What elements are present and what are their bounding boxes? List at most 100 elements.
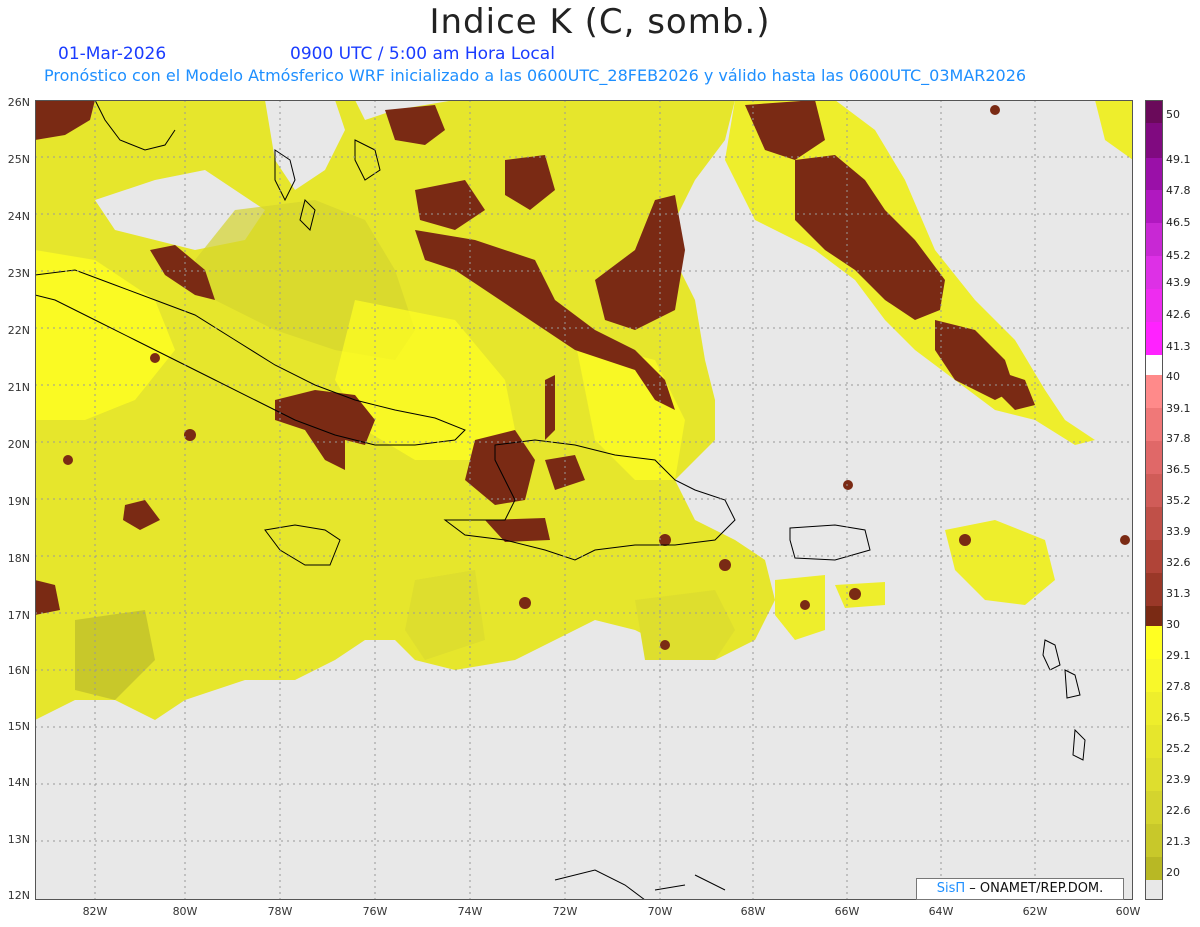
- colorbar-label-39-1: 39.1: [1166, 402, 1191, 415]
- colorbar-band-32: [1145, 540, 1163, 573]
- colorbar-band-40: [1145, 355, 1163, 375]
- k-high-spot-4: [519, 597, 531, 609]
- map-title: Indice K (C, somb.): [429, 2, 771, 42]
- colorbar-band-21: [1145, 824, 1163, 857]
- lat-label-13n: 13N: [7, 833, 30, 846]
- lon-label-62w: 62W: [1022, 905, 1048, 918]
- k-high-spot-7: [800, 600, 810, 610]
- colorbar-label-46-5: 46.5: [1166, 216, 1191, 229]
- k-high-spot-8: [849, 588, 861, 600]
- colorbar-label-33-9: 33.9: [1166, 525, 1191, 538]
- colorbar-label-30: 30: [1166, 618, 1180, 631]
- colorbar-label-25-2: 25.2: [1166, 742, 1191, 755]
- colorbar-band-29: [1145, 626, 1163, 659]
- colorbar-label-43-9: 43.9: [1166, 276, 1191, 289]
- colorbar-label-40: 40: [1166, 370, 1180, 383]
- colorbar-band-45: [1145, 223, 1163, 256]
- lon-label-72w: 72W: [552, 905, 578, 918]
- lat-label-19n: 19N: [7, 495, 30, 508]
- sispi-logo: SisΠ: [936, 881, 966, 896]
- colorbar-band-33: [1145, 507, 1163, 540]
- colorbar-label-21-3: 21.3: [1166, 835, 1191, 848]
- colorbar-band-39: [1145, 375, 1163, 408]
- colorbar-label-49-1: 49.1: [1166, 153, 1191, 166]
- colorbar-band-25: [1145, 725, 1163, 758]
- colorbar-label-31-3: 31.3: [1166, 587, 1191, 600]
- k-high-spot-6: [719, 559, 731, 571]
- lat-label-21n: 21N: [7, 381, 30, 394]
- k-high-spot-3: [63, 455, 73, 465]
- forecast-time: 0900 UTC / 5:00 am Hora Local: [290, 44, 555, 64]
- credit-box: SisΠ – ONAMET/REP.DOM.: [916, 878, 1124, 900]
- colorbar-band-27: [1145, 659, 1163, 692]
- lon-label-76w: 76W: [362, 905, 388, 918]
- forecast-date: 01-Mar-2026: [58, 44, 167, 64]
- lat-label-26n: 26N: [7, 96, 30, 109]
- lat-label-17n: 17N: [7, 609, 30, 622]
- colorbar: [1145, 100, 1163, 900]
- colorbar-label-20: 20: [1166, 866, 1180, 879]
- colorbar-label-26-5: 26.5: [1166, 711, 1191, 724]
- colorbar-label-23-9: 23.9: [1166, 773, 1191, 786]
- colorbar-label-27-8: 27.8: [1166, 680, 1191, 693]
- lat-label-24n: 24N: [7, 210, 30, 223]
- lon-label-82w: 82W: [82, 905, 108, 918]
- colorbar-label-29-1: 29.1: [1166, 649, 1191, 662]
- lon-label-64w: 64W: [928, 905, 954, 918]
- lon-label-70w: 70W: [647, 905, 673, 918]
- lat-label-23n: 23N: [7, 267, 30, 280]
- k-high-spot-10: [660, 640, 670, 650]
- k-high-spot-1: [184, 429, 196, 441]
- lon-label-68w: 68W: [740, 905, 766, 918]
- lat-label-12n: 12N: [7, 889, 30, 902]
- k-high-spot-9: [959, 534, 971, 546]
- colorbar-band-30: [1145, 606, 1163, 626]
- colorbar-band-22: [1145, 791, 1163, 824]
- lat-label-14n: 14N: [7, 776, 30, 789]
- k-high-spot-13: [1120, 535, 1130, 545]
- lon-label-80w: 80W: [172, 905, 198, 918]
- colorbar-band-36: [1145, 441, 1163, 474]
- colorbar-band-23: [1145, 758, 1163, 791]
- lon-label-78w: 78W: [267, 905, 293, 918]
- colorbar-label-47-8: 47.8: [1166, 184, 1191, 197]
- lon-label-60w: 60W: [1115, 905, 1141, 918]
- colorbar-label-41-3: 41.3: [1166, 340, 1191, 353]
- colorbar-band-47: [1145, 158, 1163, 190]
- k-high-spot-11: [990, 105, 1000, 115]
- colorbar-label-50: 50: [1166, 108, 1180, 121]
- credit-text: – ONAMET/REP.DOM.: [969, 881, 1104, 896]
- colorbar-band-41: [1145, 322, 1163, 355]
- colorbar-label-22-6: 22.6: [1166, 804, 1191, 817]
- k-field-south-1: [635, 590, 735, 660]
- colorbar-label-32-6: 32.6: [1166, 556, 1191, 569]
- colorbar-band-43: [1145, 256, 1163, 289]
- colorbar-label-36-5: 36.5: [1166, 463, 1191, 476]
- k-index-map: [35, 100, 1133, 900]
- lat-label-22n: 22N: [7, 324, 30, 337]
- colorbar-band-37: [1145, 408, 1163, 441]
- lat-label-16n: 16N: [7, 664, 30, 677]
- forecast-subtitle: Pronóstico con el Modelo Atmósferico WRF…: [44, 66, 1027, 85]
- lon-label-74w: 74W: [457, 905, 483, 918]
- lat-label-20n: 20N: [7, 438, 30, 451]
- colorbar-band-26: [1145, 692, 1163, 725]
- colorbar-band-35: [1145, 474, 1163, 507]
- lon-label-66w: 66W: [834, 905, 860, 918]
- k-high-spot-2: [150, 353, 160, 363]
- colorbar-band-50: [1145, 100, 1163, 123]
- colorbar-band-none: [1145, 880, 1163, 900]
- lat-label-25n: 25N: [7, 153, 30, 166]
- colorbar-label-37-8: 37.8: [1166, 432, 1191, 445]
- colorbar-label-45-2: 45.2: [1166, 249, 1191, 262]
- lat-label-15n: 15N: [7, 720, 30, 733]
- colorbar-label-42-6: 42.6: [1166, 308, 1191, 321]
- colorbar-band-49: [1145, 123, 1163, 158]
- colorbar-label-35-2: 35.2: [1166, 494, 1191, 507]
- colorbar-band-46: [1145, 190, 1163, 223]
- colorbar-band-31: [1145, 573, 1163, 606]
- lat-label-18n: 18N: [7, 552, 30, 565]
- k-high-spot-12: [843, 480, 853, 490]
- k-high-spot-5: [659, 534, 671, 546]
- colorbar-band-20: [1145, 857, 1163, 880]
